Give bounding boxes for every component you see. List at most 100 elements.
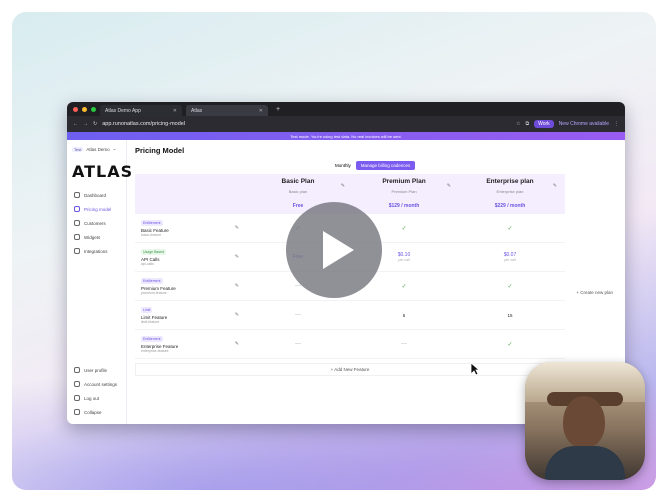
logout-icon [74, 395, 80, 401]
sidebar-bottom-menu: User profile Account settings Log out Co… [72, 364, 121, 420]
tab-bar: Atlas Demo App ✕ Atlas ✕ + [67, 102, 625, 116]
sidebar-item-customers[interactable]: Customers [72, 217, 121, 229]
plan-column-premium: Premium Plan Premium Plan $129 / month ✎ [351, 174, 457, 214]
feature-cell: Entitlement Enterprise Feature enterpris… [135, 335, 245, 353]
edit-icon[interactable]: ✎ [235, 341, 239, 347]
play-button[interactable] [286, 202, 382, 298]
tenant-name: Atlas Demo [86, 146, 110, 152]
sidebar-item-collapse[interactable]: Collapse [72, 406, 121, 418]
edit-icon[interactable]: ✎ [235, 225, 239, 231]
sidebar-item-account-settings[interactable]: Account settings [72, 378, 121, 390]
menu-icon[interactable]: ⋮ [614, 121, 619, 127]
plan-name: Premium Plan [382, 178, 426, 185]
sidebar-item-label: Account settings [84, 381, 118, 387]
close-tab-icon[interactable]: ✕ [173, 108, 177, 114]
customers-icon [74, 220, 80, 226]
header-spacer [135, 174, 245, 214]
plan-description: Enterprise plan [496, 189, 524, 194]
sidebar-item-integrations[interactable]: Integrations [72, 245, 121, 257]
edit-icon[interactable]: ✎ [553, 183, 557, 189]
feature-value[interactable]: $0.07 per call [457, 252, 563, 262]
value-text: ✓ [507, 225, 513, 232]
reload-icon[interactable]: ↻ [93, 121, 97, 127]
edit-icon[interactable]: ✎ [235, 283, 239, 289]
value-text: 15 [507, 312, 513, 318]
forward-icon[interactable]: → [83, 121, 88, 127]
integrations-icon [74, 248, 80, 254]
plan-name: Enterprise plan [486, 178, 534, 185]
sidebar-item-widgets[interactable]: Widgets [72, 231, 121, 243]
edit-icon[interactable]: ✎ [341, 183, 345, 189]
new-tab-icon[interactable]: + [272, 106, 284, 113]
feature-cell: Usage Based API Calls api-calls ✎ [135, 248, 245, 266]
create-plan-button[interactable]: + Create new plan [576, 290, 613, 295]
browser-tab-atlas[interactable]: Atlas ✕ [186, 105, 268, 116]
sidebar-item-log-out[interactable]: Log out [72, 392, 121, 404]
value-text: ✓ [507, 341, 513, 348]
manage-cadences-button[interactable]: Manage billing cadences [355, 161, 416, 170]
maximize-window-icon[interactable] [91, 106, 96, 112]
value-text: ✓ [401, 283, 407, 290]
cadence-toggle[interactable]: Monthly [335, 163, 351, 168]
plan-description: Basic plan [288, 189, 308, 194]
play-icon [323, 231, 354, 269]
plan-column-enterprise: Enterprise plan Enterprise plan $229 / m… [457, 174, 563, 214]
widgets-icon [74, 234, 80, 240]
webcam-shirt [545, 446, 625, 480]
extensions-icon[interactable]: ⧉ [526, 121, 530, 127]
feature-id: api-calls [141, 261, 154, 266]
sidebar-item-label: Customers [84, 220, 106, 226]
star-icon[interactable]: ☆ [516, 121, 520, 127]
tenant-switcher[interactable]: Test Atlas Demo ⌄ [72, 146, 121, 152]
feature-id: limit-feature [141, 319, 160, 324]
feature-type-badge: Entitlement [141, 219, 163, 226]
sidebar-item-label: Collapse [84, 409, 102, 415]
feature-type-badge: Entitlement [141, 277, 163, 284]
add-feature-button[interactable]: + Add New Feature [135, 363, 565, 376]
test-mode-banner: Test mode. You're using test data. No re… [67, 132, 625, 140]
profile-button[interactable]: Work [534, 120, 554, 128]
feature-value[interactable]: — [351, 341, 457, 347]
feature-type-badge: Entitlement [141, 335, 163, 342]
edit-icon[interactable]: ✎ [235, 254, 239, 260]
feature-value[interactable]: ✓ [457, 283, 563, 290]
atlas-logo: ATLAS [72, 162, 134, 181]
mouse-cursor-icon [470, 362, 480, 376]
feature-value[interactable]: 15 [457, 313, 563, 318]
user-icon [74, 367, 80, 373]
browser-tab-demo[interactable]: Atlas Demo App ✕ [100, 105, 182, 116]
minimize-window-icon[interactable] [82, 106, 87, 112]
chrome-update-button[interactable]: New Chrome available [559, 121, 609, 127]
feature-value[interactable]: — [245, 312, 351, 318]
webcam-overlay [525, 362, 645, 480]
feature-value[interactable]: — [245, 341, 351, 347]
feature-value[interactable]: ✓ [457, 341, 563, 348]
feature-value[interactable]: 5 [351, 313, 457, 318]
close-tab-icon[interactable]: ✕ [259, 108, 263, 114]
webcam-presenter [563, 396, 605, 448]
feature-id: enterprise-feature [141, 348, 169, 353]
url-field[interactable]: app.runonatlas.com/pricing-model [102, 121, 511, 127]
back-icon[interactable]: ← [73, 121, 78, 127]
plan-name: Basic Plan [281, 178, 315, 185]
sidebar-item-dashboard[interactable]: Dashboard [72, 189, 121, 201]
tab-label: Atlas Demo App [105, 107, 141, 114]
plan-price: $229 / month [494, 203, 526, 209]
feature-value[interactable]: ✓ [457, 225, 563, 232]
sidebar-item-pricing-model[interactable]: Pricing model [72, 203, 121, 215]
close-window-icon[interactable] [73, 106, 78, 112]
feature-cell: Entitlement Basic Feature basic-feature … [135, 219, 245, 237]
edit-icon[interactable]: ✎ [235, 312, 239, 318]
sidebar: Test Atlas Demo ⌄ ATLAS Dashboard Pricin… [67, 140, 134, 424]
sidebar-item-label: Dashboard [84, 192, 107, 198]
page-title: Pricing Model [135, 146, 185, 155]
sidebar-item-user-profile[interactable]: User profile [72, 364, 121, 376]
value-text: — [401, 341, 407, 347]
feature-cell: Limit Limit Feature limit-feature ✎ [135, 306, 245, 324]
sidebar-item-label: Pricing model [84, 206, 112, 212]
edit-icon[interactable]: ✎ [447, 183, 451, 189]
dashboard-icon [74, 192, 80, 198]
table-row: Limit Limit Feature limit-feature ✎ — 5 … [135, 301, 565, 330]
value-text: ✓ [401, 225, 407, 232]
settings-icon [74, 381, 80, 387]
